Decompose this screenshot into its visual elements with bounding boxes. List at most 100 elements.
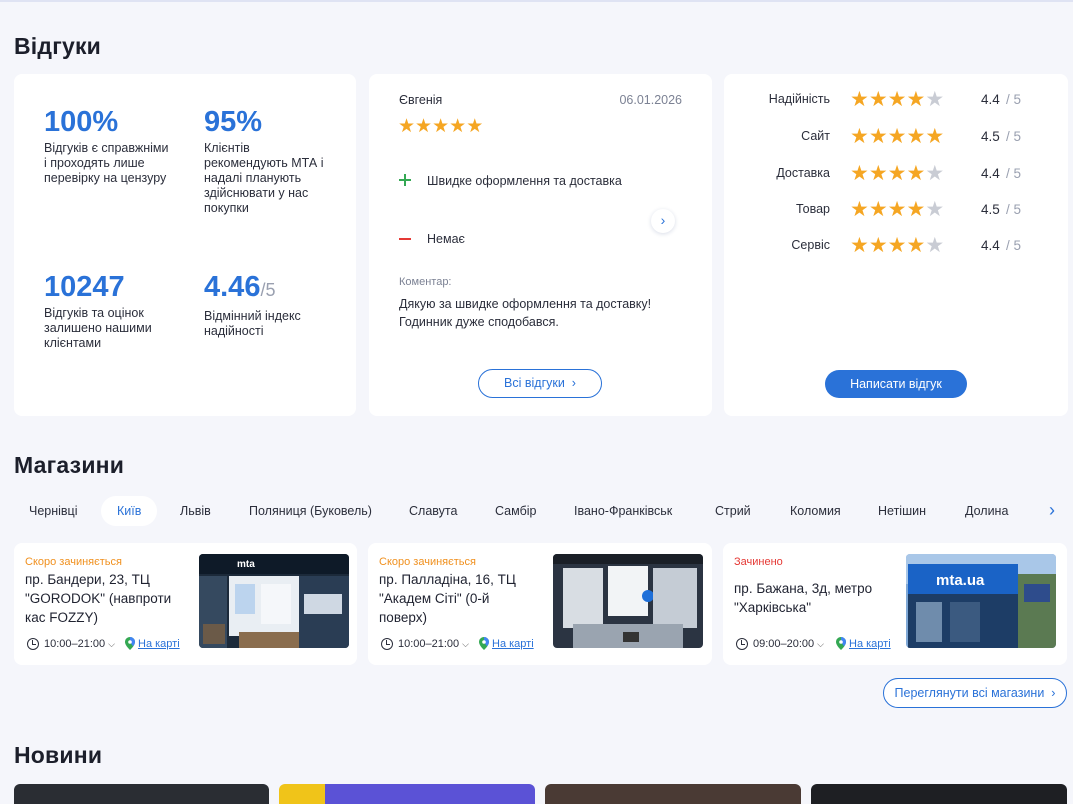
star-icon: ★: [432, 116, 450, 137]
map-link-text: На карті: [849, 637, 891, 650]
comment-text: Дякую за швидке оформлення та доставку! …: [399, 297, 652, 329]
stat-desc: Відмінний індекс надійності: [204, 309, 301, 338]
city-tab[interactable]: Коломия: [790, 496, 841, 526]
star-icon: ★: [850, 234, 869, 257]
chevron-right-icon: ›: [1047, 686, 1056, 700]
all-reviews-button[interactable]: Всі відгуки ›: [478, 369, 602, 398]
store-hours[interactable]: 10:00–21:00 ⌵: [381, 638, 469, 650]
star-icon: ★: [906, 125, 926, 148]
chevron-right-icon: ›: [1049, 500, 1055, 520]
chevron-right-icon: ›: [660, 212, 666, 228]
chevron-down-icon: ⌵: [817, 638, 824, 649]
stat-genuine: 100% Відгуків є справжніми і проходять л…: [44, 107, 174, 186]
star-icon: ★: [887, 234, 907, 257]
map-link[interactable]: На карті: [836, 637, 891, 650]
star-icon: ★: [868, 88, 888, 111]
store-address: пр. Бандери, 23, ТЦ "GORODOK" (навпроти …: [25, 572, 172, 625]
star-icon: ★: [449, 116, 467, 137]
store-status: Зачинено: [734, 556, 783, 568]
store-card[interactable]: Скоро зачиняється пр. Палладіна, 16, ТЦ …: [368, 543, 712, 665]
review-pros: Швидке оформлення та доставка: [427, 174, 622, 188]
city-tab[interactable]: Поляниця (Буковель): [249, 496, 372, 526]
rating-stars: ★ ★ ★ ★ ★: [850, 126, 944, 148]
city-tab[interactable]: Стрий: [715, 496, 751, 526]
news-card-image[interactable]: [811, 784, 1067, 804]
city-tab[interactable]: Львів: [180, 496, 211, 526]
rating-row: Доставка ★ ★ ★ ★ ★ 4.4/ 5: [724, 163, 1068, 185]
rating-label: Надійність: [768, 92, 830, 106]
rating-value: 4.5: [981, 202, 1000, 217]
plus-icon: [399, 174, 411, 186]
rating-row: Сервіс ★ ★ ★ ★ ★ 4.4/ 5: [724, 235, 1068, 257]
map-pin-icon: [125, 637, 135, 650]
stat-value: 100%: [44, 106, 119, 138]
star-icon: ★: [868, 125, 888, 148]
next-review-button[interactable]: ›: [651, 209, 675, 233]
store-card[interactable]: Зачинено пр. Бажана, 3д, метро "Харківсь…: [723, 543, 1067, 665]
city-tab[interactable]: Долина: [965, 496, 1008, 526]
star-icon: ★: [850, 198, 869, 221]
minus-icon: [399, 238, 411, 240]
hours-text: 09:00–20:00: [753, 638, 815, 650]
star-icon: ★: [925, 88, 945, 111]
city-tab[interactable]: Славута: [409, 496, 457, 526]
stat-value: 10247: [44, 271, 125, 303]
store-address: пр. Палладіна, 16, ТЦ "Академ Сіті" (0-й…: [379, 572, 516, 625]
all-stores-button[interactable]: Переглянути всі магазини ›: [883, 678, 1067, 708]
store-hours[interactable]: 10:00–21:00 ⌵: [27, 638, 115, 650]
star-icon: ★: [850, 88, 869, 111]
rating-row: Сайт ★ ★ ★ ★ ★ 4.5/ 5: [724, 126, 1068, 148]
review-author: Євгенія: [399, 93, 443, 107]
rating-stars: ★ ★ ★ ★ ★: [850, 235, 944, 257]
city-tab[interactable]: Самбір: [495, 496, 536, 526]
city-tab[interactable]: Івано-Франківськ: [574, 496, 672, 526]
store-card[interactable]: Скоро зачиняється пр. Бандери, 23, ТЦ "G…: [14, 543, 357, 665]
rating-denominator: / 5: [1006, 238, 1022, 253]
store-hours[interactable]: 09:00–20:00 ⌵: [736, 638, 824, 650]
star-icon: ★: [925, 125, 945, 148]
rating-row: Товар ★ ★ ★ ★ ★ 4.5/ 5: [724, 199, 1068, 221]
svg-text:mta: mta: [237, 559, 255, 570]
rating-stars: ★ ★ ★ ★ ★: [850, 199, 944, 221]
map-link[interactable]: На карті: [479, 637, 534, 650]
star-icon: ★: [868, 198, 888, 221]
stat-desc: Відгуків є справжніми і проходять лише п…: [44, 141, 169, 185]
rating-value: 4.5: [981, 129, 1000, 144]
star-icon: ★: [925, 198, 945, 221]
store-photo: mta.ua: [906, 554, 1056, 648]
review-stars: ★ ★ ★ ★ ★: [398, 117, 483, 137]
write-review-button[interactable]: Написати відгук: [825, 370, 967, 398]
review-cons: Немає: [427, 232, 465, 246]
star-icon: ★: [887, 88, 907, 111]
star-icon: ★: [398, 116, 416, 137]
rating-denominator: / 5: [1006, 92, 1022, 107]
map-link[interactable]: На карті: [125, 637, 180, 650]
reviews-title: Відгуки: [14, 33, 102, 59]
star-icon: ★: [906, 198, 926, 221]
news-card-image[interactable]: [279, 784, 535, 804]
star-icon: ★: [906, 234, 926, 257]
ratings-card: Надійність ★ ★ ★ ★ ★ 4.4/ 5 Сайт ★ ★ ★ ★ ★ 4.5/ 5 Дост…: [724, 74, 1068, 416]
news-card-image[interactable]: [14, 784, 269, 804]
hours-text: 10:00–21:00: [44, 638, 106, 650]
stat-desc: Відгуків та оцінок залишено нашими клієн…: [44, 306, 152, 350]
rating-label: Товар: [795, 202, 830, 216]
news-card-image[interactable]: [545, 784, 801, 804]
rating-denominator: / 5: [1006, 166, 1022, 181]
rating-label: Сервіс: [791, 238, 830, 252]
all-stores-label: Переглянути всі магазини: [894, 686, 1045, 700]
top-divider: [0, 0, 1073, 2]
city-tab[interactable]: Нетішин: [878, 496, 926, 526]
stat-index: 4.46/5 Відмінний індекс надійності: [204, 272, 334, 339]
rating-stars: ★ ★ ★ ★ ★: [850, 163, 944, 185]
cities-next-button[interactable]: ›: [1049, 500, 1055, 521]
map-pin-icon: [479, 637, 489, 650]
stats-card: 100% Відгуків є справжніми і проходять л…: [14, 74, 356, 416]
city-tab[interactable]: Чернівці: [29, 496, 78, 526]
rating-stars: ★ ★ ★ ★ ★: [850, 89, 944, 111]
city-tab[interactable]: Київ: [101, 496, 158, 526]
rating-label: Доставка: [776, 166, 830, 180]
star-icon: ★: [887, 162, 907, 185]
stat-recommend: 95% Клієнтів рекомендують МТА і надалі п…: [204, 107, 334, 216]
star-icon: ★: [868, 162, 888, 185]
